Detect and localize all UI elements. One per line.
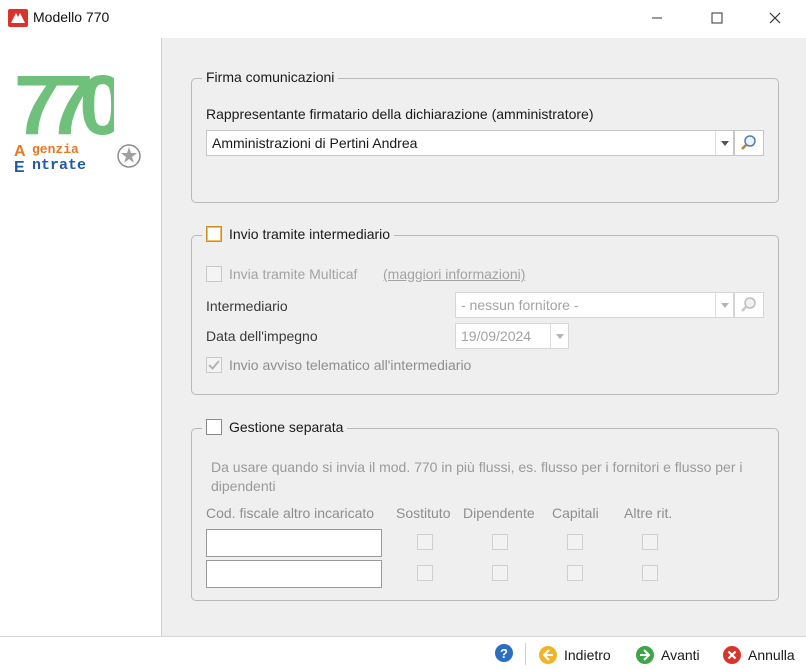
help-icon: ?: [495, 644, 513, 662]
dipendente-checkbox-2[interactable]: [492, 565, 508, 581]
cancel-button[interactable]: Annulla: [722, 645, 795, 665]
multicaf-label: Invia tramite Multicaf: [229, 266, 358, 282]
firmatario-select[interactable]: Amministrazioni di Pertini Andrea: [206, 130, 734, 156]
sostituto-checkbox-1[interactable]: [417, 534, 433, 550]
arrow-left-icon: [539, 646, 557, 664]
dipendente-checkbox-1[interactable]: [492, 534, 508, 550]
avviso-checkbox[interactable]: [206, 357, 222, 373]
svg-text:?: ?: [500, 646, 508, 661]
firma-legend-label: Firma comunicazioni: [206, 69, 335, 85]
firmatario-value: Amministrazioni di Pertini Andrea: [212, 135, 418, 151]
col-sostituto: Sostituto: [396, 505, 451, 521]
data-impegno-label: Data dell'impegno: [206, 328, 318, 344]
sostituto-checkbox-2[interactable]: [417, 565, 433, 581]
multicaf-checkbox[interactable]: [206, 266, 222, 282]
checkmark-icon: [208, 360, 220, 370]
gestione-note: Da usare quando si invia il mod. 770 in …: [211, 459, 743, 494]
firma-legend: Firma comunicazioni: [202, 69, 339, 85]
capitali-checkbox-1[interactable]: [567, 534, 583, 550]
title-bar: Modello 770: [0, 0, 806, 36]
intermediario-select[interactable]: - nessun fornitore -: [455, 292, 734, 318]
gestione-legend: Gestione separata: [202, 419, 348, 435]
close-button[interactable]: [752, 0, 798, 36]
firma-group: Firma comunicazioni Rappresentante firma…: [191, 69, 779, 203]
agenzia-text: genzia: [32, 142, 79, 157]
intermediario-legend-label: Invio tramite intermediario: [229, 226, 391, 242]
chevron-down-icon[interactable]: [715, 131, 733, 155]
chevron-down-icon[interactable]: [715, 293, 733, 317]
col-dipendente: Dipendente: [463, 505, 535, 521]
cancel-label: Annulla: [748, 647, 795, 663]
gestione-legend-label: Gestione separata: [229, 419, 344, 435]
agenzia-entrate-logo: A E genzia ntrate: [14, 140, 146, 174]
svg-text:E: E: [14, 159, 25, 174]
footer-bar: ? Indietro Avanti Annulla: [0, 636, 806, 669]
avviso-label: Invio avviso telematico all'intermediari…: [229, 357, 472, 373]
cancel-icon: [723, 646, 741, 664]
cod-fiscale-input-1[interactable]: [206, 529, 382, 557]
altre-rit-checkbox-1[interactable]: [642, 534, 658, 550]
agenzia-letter-icon: A E: [14, 143, 26, 174]
col-altre-rit: Altre rit.: [624, 505, 673, 521]
next-label: Avanti: [661, 647, 700, 663]
minimize-icon: [652, 17, 662, 19]
close-icon: [769, 12, 781, 24]
intermediario-search-button[interactable]: [734, 292, 764, 318]
firmatario-label: Rappresentante firmatario della dichiara…: [206, 106, 594, 122]
maximize-button[interactable]: [694, 0, 740, 36]
maximize-icon: [711, 12, 723, 24]
search-icon: [741, 135, 756, 150]
modello-770-logo: 770: [14, 58, 114, 148]
capitali-checkbox-2[interactable]: [567, 565, 583, 581]
gestione-checkbox[interactable]: [206, 419, 222, 435]
maggiori-informazioni-link[interactable]: (maggiori informazioni): [383, 266, 525, 282]
entrate-text: ntrate: [32, 157, 87, 174]
sidebar: 770 A E genzia ntrate: [0, 38, 162, 636]
gestione-group: Gestione separata Da usare quando si inv…: [191, 419, 779, 601]
data-impegno-picker[interactable]: 19/09/2024: [455, 323, 569, 349]
col-cod-fiscale: Cod. fiscale altro incaricato: [206, 505, 375, 521]
intermediario-legend: Invio tramite intermediario: [202, 226, 395, 242]
cod-fiscale-input-2[interactable]: [206, 560, 382, 588]
col-capitali: Capitali: [552, 505, 599, 521]
app-logo-icon: [8, 9, 28, 27]
data-impegno-value: 19/09/2024: [461, 328, 532, 344]
window-title: Modello 770: [33, 9, 110, 25]
altre-rit-checkbox-2[interactable]: [642, 565, 658, 581]
intermediario-value: - nessun fornitore -: [461, 297, 579, 313]
back-label: Indietro: [564, 647, 611, 663]
chevron-down-icon[interactable]: [550, 324, 568, 348]
intermediario-group: Invio tramite intermediario Invia tramit…: [191, 226, 779, 395]
footer-divider: [525, 643, 526, 665]
search-icon: [741, 297, 756, 312]
main-panel: Firma comunicazioni Rappresentante firma…: [162, 38, 806, 636]
arrow-right-icon: [636, 646, 654, 664]
emblem-icon: [117, 144, 141, 168]
next-button[interactable]: Avanti: [635, 645, 700, 665]
svg-text:A: A: [14, 143, 26, 160]
firmatario-search-button[interactable]: [734, 130, 764, 156]
help-button[interactable]: ?: [494, 643, 516, 665]
intermediario-checkbox[interactable]: [206, 226, 222, 242]
minimize-button[interactable]: [634, 0, 680, 36]
svg-text:770: 770: [14, 58, 114, 148]
back-button[interactable]: Indietro: [538, 645, 611, 665]
intermediario-label: Intermediario: [206, 298, 288, 314]
